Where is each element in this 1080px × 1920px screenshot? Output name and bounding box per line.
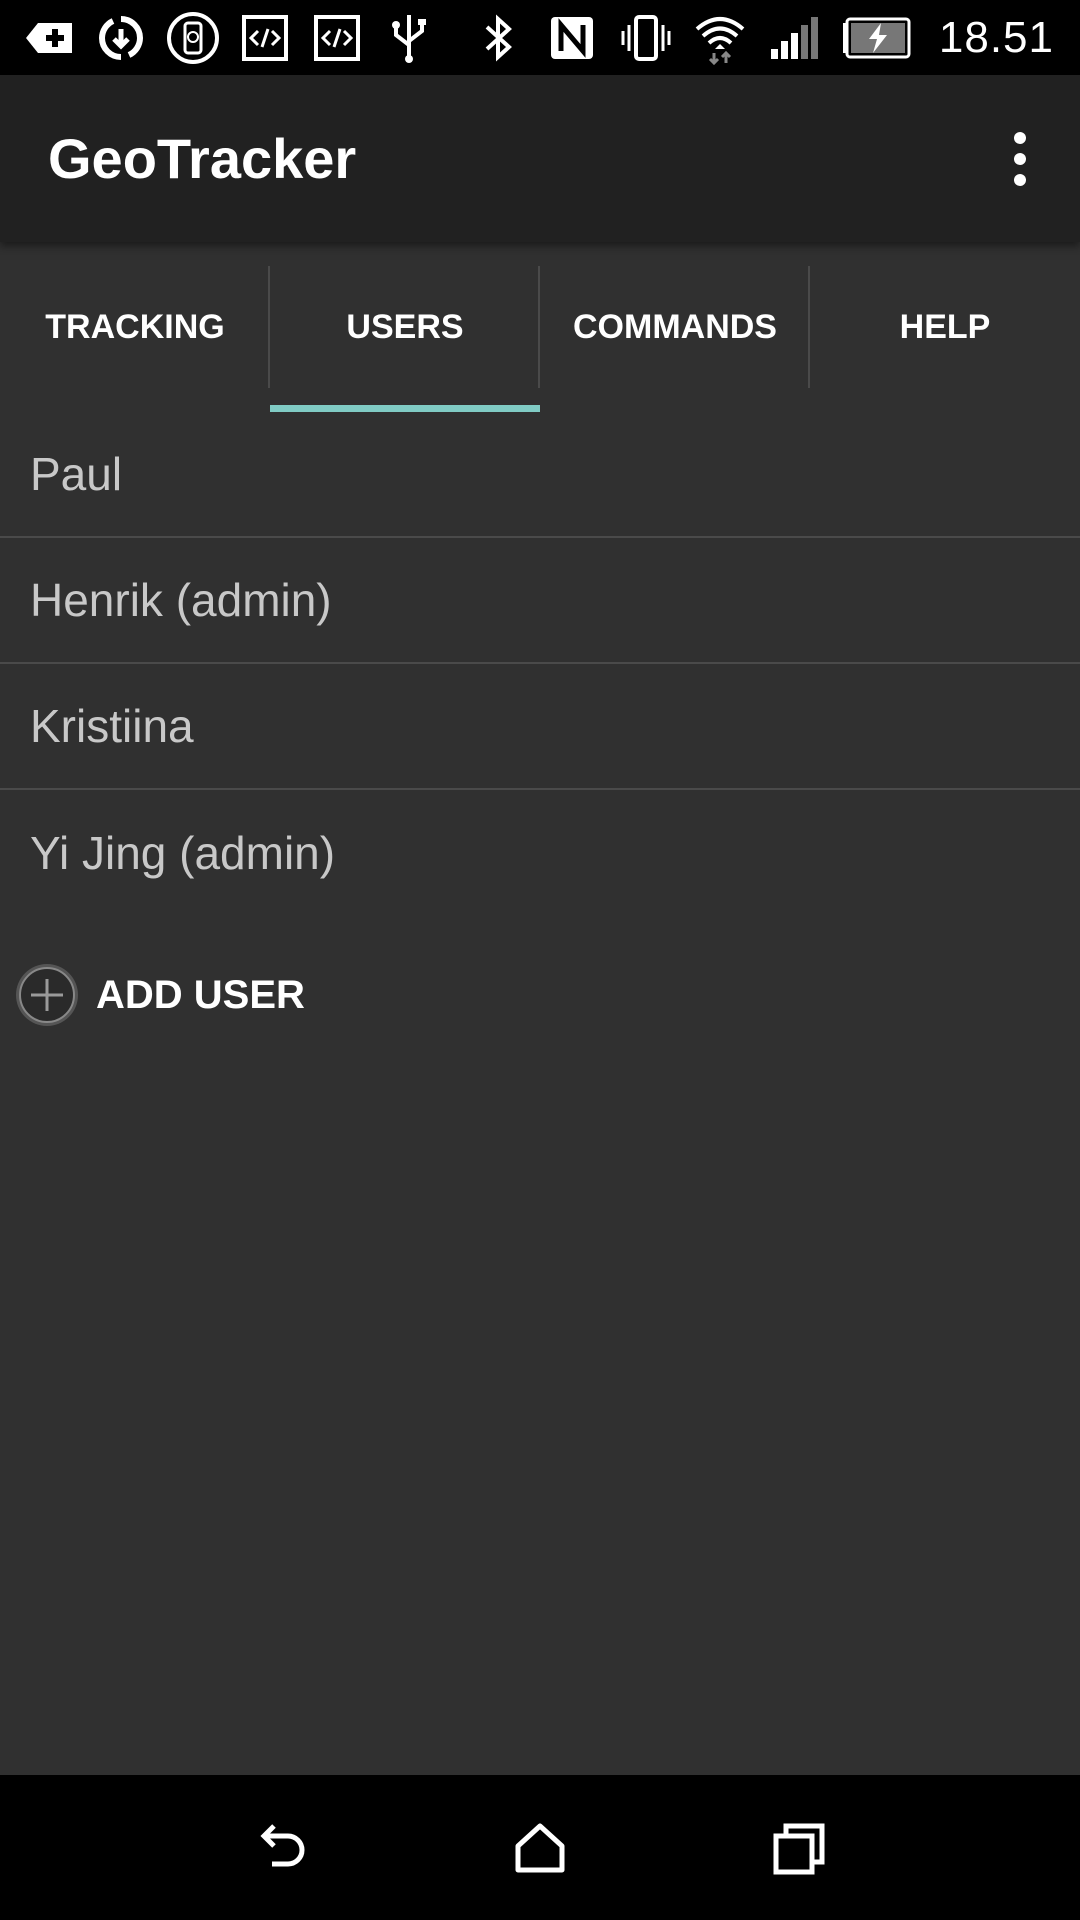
list-item-user[interactable]: Paul [0,412,1080,538]
status-time: 18.51 [938,12,1054,62]
status-bar: 18.51 [0,0,1080,75]
app-title: GeoTracker [48,127,357,190]
app-bar: GeoTracker [0,75,1080,242]
add-notification-icon [22,11,76,65]
vibrate-icon [619,11,673,65]
tab-label: TRACKING [45,307,225,346]
home-icon[interactable] [500,1808,580,1888]
overflow-dot [1014,131,1026,144]
add-circle-icon [14,962,80,1028]
usb-icon [382,11,436,65]
overflow-dot [1014,152,1026,165]
battery-charging-icon [841,11,913,65]
list-item-user[interactable]: Henrik (admin) [0,538,1080,664]
overflow-menu-icon[interactable] [1000,119,1040,199]
add-user-button[interactable]: ADD USER [14,962,305,1028]
tab-selected-indicator [270,405,540,412]
code-icon [310,11,364,65]
tab-label: COMMANDS [573,307,777,346]
tab-users[interactable]: USERS [270,242,540,412]
code-icon [238,11,292,65]
user-name: Kristiina [30,700,194,752]
user-name: Yi Jing (admin) [30,827,336,879]
user-name: Henrik (admin) [30,574,332,626]
bluetooth-icon [471,11,525,65]
tab-tracking[interactable]: TRACKING [0,242,270,412]
device-icon [166,11,220,65]
list-item-user[interactable]: Yi Jing (admin) [0,790,1080,916]
tab-commands[interactable]: COMMANDS [540,242,810,412]
nfc-icon [545,11,599,65]
recents-icon[interactable] [760,1808,840,1888]
wifi-icon [693,11,747,65]
tab-help[interactable]: HELP [810,242,1080,412]
tab-label: USERS [346,307,464,346]
sync-icon [94,11,148,65]
back-icon[interactable] [240,1808,320,1888]
overflow-dot [1014,173,1026,186]
user-list: Paul Henrik (admin) Kristiina Yi Jing (a… [0,412,1080,916]
tab-bar: TRACKING USERS COMMANDS HELP [0,242,1080,412]
navigation-bar [0,1775,1080,1920]
list-item-user[interactable]: Kristiina [0,664,1080,790]
user-name: Paul [30,448,123,500]
tab-label: HELP [899,307,991,346]
signal-icon [767,11,821,65]
add-user-label: ADD USER [96,972,305,1017]
